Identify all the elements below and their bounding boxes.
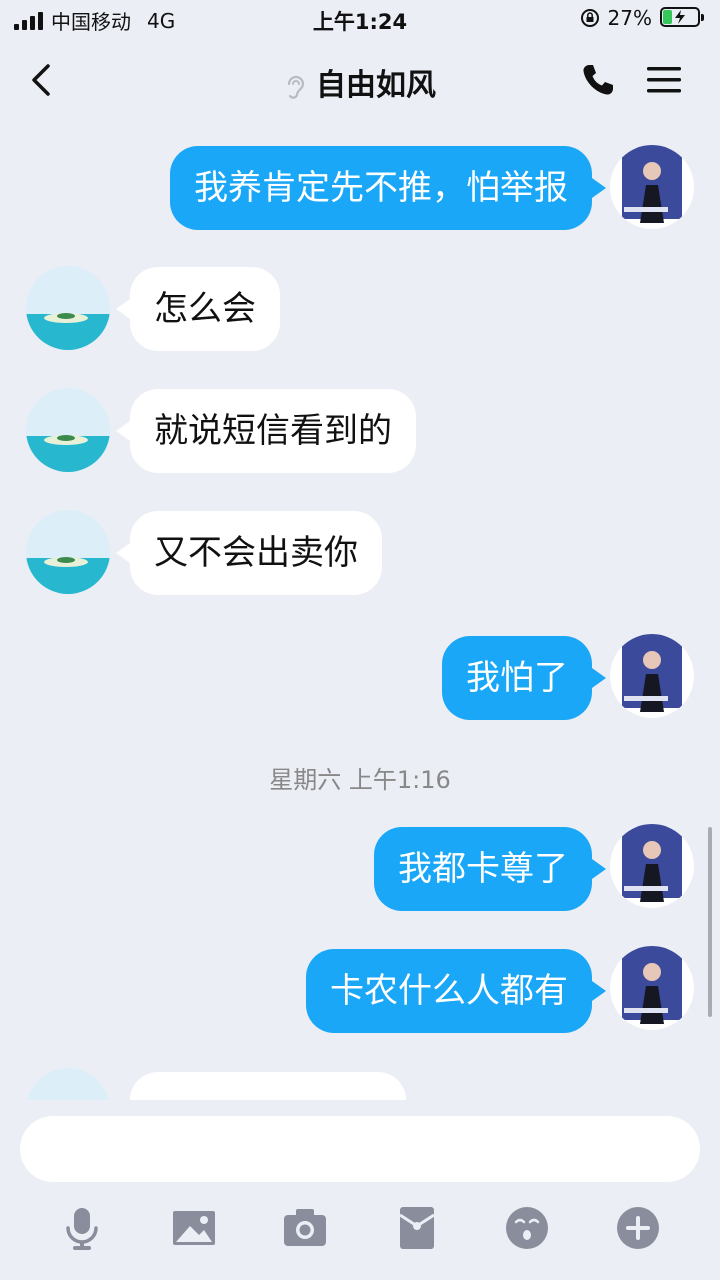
message-bubble[interactable]: 卡农什么人都有 — [306, 949, 592, 1033]
chat-title: 自由如风 — [316, 68, 436, 103]
status-bar: 中国移动 4G 上午1:24 27% — [0, 0, 720, 40]
charging-bolt-icon — [675, 10, 685, 24]
my-avatar-image — [610, 634, 694, 718]
message-bubble[interactable]: 我都卡尊了 — [374, 827, 592, 911]
ear-icon — [287, 75, 305, 99]
plus-icon[interactable] — [614, 1204, 662, 1252]
scrollbar[interactable] — [708, 827, 712, 1017]
chat-message-list[interactable]: 我养肯定先不推，怕举报 怎么会 就说短信看到的 又不会出卖你 我怕了 星期六 上… — [0, 122, 720, 1100]
friend-avatar[interactable] — [26, 388, 110, 472]
message-input[interactable] — [20, 1116, 700, 1182]
battery-icon — [660, 7, 706, 29]
my-avatar-image — [610, 946, 694, 1030]
friend-avatar[interactable] — [26, 510, 110, 594]
message-bubble[interactable]: 我养肯定先不推，怕举报 — [170, 146, 592, 230]
battery-percent: 27% — [607, 6, 652, 30]
red-packet-icon[interactable] — [393, 1204, 441, 1252]
friend-avatar[interactable] — [26, 266, 110, 350]
image-icon[interactable] — [170, 1204, 218, 1252]
partial-message-bubble[interactable] — [130, 1072, 406, 1100]
input-area — [0, 1100, 720, 1280]
message-timestamp: 星期六 上午1:16 — [269, 766, 451, 794]
my-avatar[interactable] — [610, 946, 694, 1030]
menu-icon[interactable] — [644, 62, 684, 98]
rotation-lock-icon — [580, 9, 599, 27]
friend-avatar-image — [26, 1068, 110, 1100]
message-bubble[interactable]: 就说短信看到的 — [130, 389, 416, 473]
emoji-icon[interactable] — [503, 1204, 551, 1252]
message-bubble[interactable]: 我怕了 — [442, 636, 592, 720]
my-avatar-image — [610, 145, 694, 229]
my-avatar-image — [610, 824, 694, 908]
phone-icon[interactable] — [578, 60, 618, 100]
my-avatar[interactable] — [610, 145, 694, 229]
friend-avatar[interactable] — [26, 1068, 110, 1100]
battery-fill — [663, 10, 672, 24]
friend-avatar-image — [26, 510, 110, 594]
message-bubble[interactable]: 又不会出卖你 — [130, 511, 382, 595]
friend-avatar-image — [26, 388, 110, 472]
friend-avatar-image — [26, 266, 110, 350]
my-avatar[interactable] — [610, 634, 694, 718]
navigation-bar: 自由如风 — [0, 40, 720, 122]
message-bubble[interactable]: 怎么会 — [130, 267, 280, 351]
camera-icon[interactable] — [281, 1204, 329, 1252]
microphone-icon[interactable] — [58, 1204, 106, 1252]
status-right: 27% — [580, 6, 706, 30]
my-avatar[interactable] — [610, 824, 694, 908]
